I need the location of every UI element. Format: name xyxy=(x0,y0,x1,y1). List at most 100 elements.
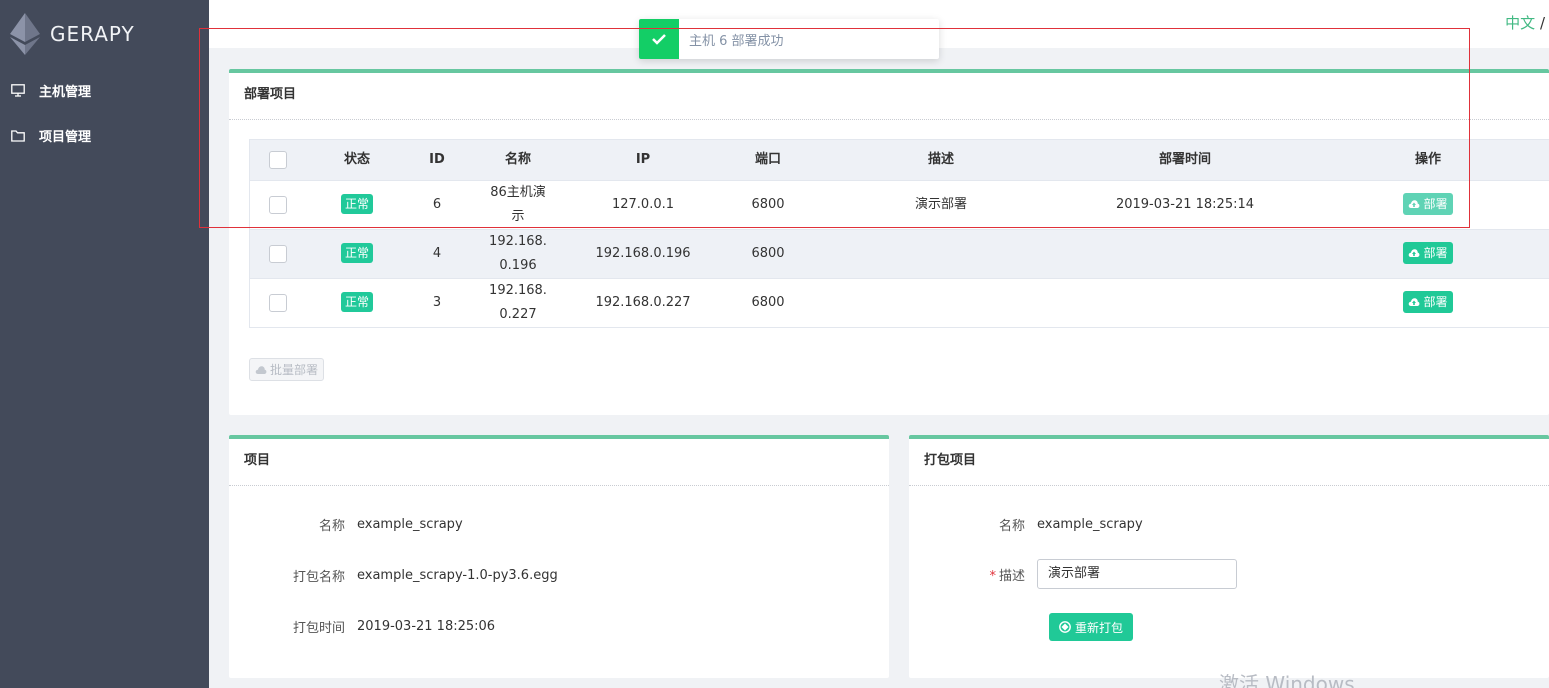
package-time-value: 2019-03-21 18:25:06 xyxy=(357,619,496,634)
ip-cell: 192.168.0.227 xyxy=(595,295,691,310)
row-checkbox[interactable] xyxy=(269,196,287,214)
check-icon xyxy=(639,19,679,59)
package-project-name-row: 名称 example_scrapy xyxy=(909,515,1143,534)
port-cell: 6800 xyxy=(751,246,785,261)
hosts-table: 状态 ID 名称 IP 端口 描述 部署时间 操作 正常 6 86主机演示 12… xyxy=(249,139,1549,328)
project-panel: 项目 名称 example_scrapy 打包名称 example_scrapy… xyxy=(229,435,889,678)
success-toast: 主机 6 部署成功 xyxy=(639,19,939,59)
header-checkbox-cell xyxy=(250,151,306,169)
cloud-upload-icon xyxy=(1409,199,1420,208)
row-checkbox-cell xyxy=(250,196,306,214)
batch-deploy-button[interactable]: 批量部署 xyxy=(249,358,325,381)
desc-cell: 演示部署 xyxy=(914,197,967,212)
project-name-value: example_scrapy xyxy=(1037,517,1143,532)
deploy-button[interactable]: 部署 xyxy=(1403,241,1453,264)
name-cell: 192.168.0.227 xyxy=(489,283,547,322)
sidebar-item-hosts[interactable]: 主机管理 xyxy=(0,68,209,113)
action-cell: 部署 xyxy=(1308,192,1548,218)
row-checkbox[interactable] xyxy=(269,245,287,263)
panel-title: 打包项目 xyxy=(909,439,1549,486)
package-panel: 打包项目 名称 example_scrapy * 描述 演示部署 重新打包 xyxy=(909,435,1549,678)
deploy-panel: 部署项目 状态 ID 名称 IP 端口 描述 部署时间 操作 正常 6 86主机… xyxy=(229,69,1549,415)
package-name-label: 打包名称 xyxy=(292,570,345,585)
repackage-label: 重新打包 xyxy=(1075,620,1124,635)
project-name-row: 名称 example_scrapy xyxy=(229,515,463,534)
lang-zh[interactable]: 中文 xyxy=(1505,14,1535,32)
column-header[interactable]: IP xyxy=(570,148,716,172)
deploy-button-label: 部署 xyxy=(1423,196,1448,211)
cloud-upload-icon xyxy=(1409,297,1420,306)
deploy-button[interactable]: 部署 xyxy=(1403,290,1453,313)
column-header: 操作 xyxy=(1414,152,1441,167)
panel-title: 项目 xyxy=(229,439,889,486)
status-cell: 正常 xyxy=(306,242,408,266)
toast-message: 主机 6 部署成功 xyxy=(689,33,784,49)
time-cell: 2019-03-21 18:25:14 xyxy=(1115,197,1255,212)
select-all-checkbox[interactable] xyxy=(269,151,287,169)
action-cell: 部署 xyxy=(1308,241,1548,267)
id-cell: 3 xyxy=(432,295,442,310)
sidebar-item-projects[interactable]: 项目管理 xyxy=(0,113,209,158)
logo[interactable]: GERAPY xyxy=(0,0,209,68)
description-row: * 描述 演示部署 xyxy=(909,559,1237,589)
repackage-button[interactable]: 重新打包 xyxy=(1049,613,1134,641)
port-cell: 6800 xyxy=(751,295,785,310)
description-label-wrap: * 描述 xyxy=(909,565,1037,584)
action-cell: 部署 xyxy=(1308,290,1548,316)
lang-separator: / xyxy=(1535,14,1545,32)
table-header: 状态 ID 名称 IP 端口 描述 部署时间 操作 xyxy=(250,140,1549,180)
cloud-upload-icon xyxy=(1409,248,1420,257)
status-badge: 正常 xyxy=(340,292,373,312)
status-badge: 正常 xyxy=(340,194,373,214)
column-header[interactable]: 端口 xyxy=(716,148,820,172)
ethereum-logo-icon xyxy=(10,13,40,55)
name-cell: 192.168.0.196 xyxy=(489,234,547,273)
table-row: 正常 6 86主机演示 127.0.0.1 6800 演示部署 2019-03-… xyxy=(250,180,1549,229)
batch-deploy-label: 批量部署 xyxy=(270,363,319,377)
table-row: 正常 3 192.168.0.227 192.168.0.227 6800 部署 xyxy=(250,278,1549,327)
column-header[interactable]: ID xyxy=(408,148,466,172)
deploy-button[interactable]: 部署 xyxy=(1403,192,1453,215)
repack-row: 重新打包 xyxy=(1049,613,1134,641)
package-name-value: example_scrapy-1.0-py3.6.egg xyxy=(357,568,558,583)
project-name-value: example_scrapy xyxy=(357,517,463,532)
status-cell: 正常 xyxy=(306,193,408,217)
package-icon xyxy=(1059,621,1071,633)
project-name-label: 名称 xyxy=(998,519,1025,534)
deploy-button-label: 部署 xyxy=(1423,294,1448,309)
row-checkbox-cell xyxy=(250,245,306,263)
ip-cell: 127.0.0.1 xyxy=(611,197,675,212)
ip-cell: 192.168.0.196 xyxy=(595,246,691,261)
sidebar-item-label: 项目管理 xyxy=(39,130,92,145)
package-name-row: 打包名称 example_scrapy-1.0-py3.6.egg xyxy=(229,566,558,585)
package-time-label: 打包时间 xyxy=(292,621,345,636)
cloud-upload-icon xyxy=(255,365,267,374)
port-cell: 6800 xyxy=(751,197,785,212)
column-header[interactable]: 描述 xyxy=(820,148,1062,172)
sidebar: GERAPY 主机管理 项目管理 xyxy=(0,0,209,688)
monitor-icon xyxy=(10,84,26,98)
description-input[interactable]: 演示部署 xyxy=(1037,559,1237,589)
required-mark: * xyxy=(989,568,996,584)
row-checkbox-cell xyxy=(250,294,306,312)
package-time-row: 打包时间 2019-03-21 18:25:06 xyxy=(229,617,495,636)
name-cell: 86主机演示 xyxy=(490,185,546,224)
description-label: 描述 xyxy=(998,568,1025,584)
sidebar-item-label: 主机管理 xyxy=(39,85,92,100)
row-checkbox[interactable] xyxy=(269,294,287,312)
column-header[interactable]: 名称 xyxy=(466,148,570,172)
id-cell: 6 xyxy=(432,197,442,212)
status-cell: 正常 xyxy=(306,291,408,315)
language-switcher[interactable]: 中文 / xyxy=(1505,12,1545,33)
logo-text: GERAPY xyxy=(50,22,135,46)
column-header[interactable]: 状态 xyxy=(306,148,408,172)
windows-activation-watermark: 激活 Windows xyxy=(1219,672,1355,688)
column-header[interactable]: 部署时间 xyxy=(1062,148,1308,172)
panel-title: 部署项目 xyxy=(229,73,1549,120)
project-name-label: 名称 xyxy=(318,519,345,534)
status-badge: 正常 xyxy=(340,243,373,263)
deploy-button-label: 部署 xyxy=(1423,245,1448,260)
id-cell: 4 xyxy=(432,246,442,261)
table-row: 正常 4 192.168.0.196 192.168.0.196 6800 部署 xyxy=(250,229,1549,278)
folder-icon xyxy=(10,129,26,143)
